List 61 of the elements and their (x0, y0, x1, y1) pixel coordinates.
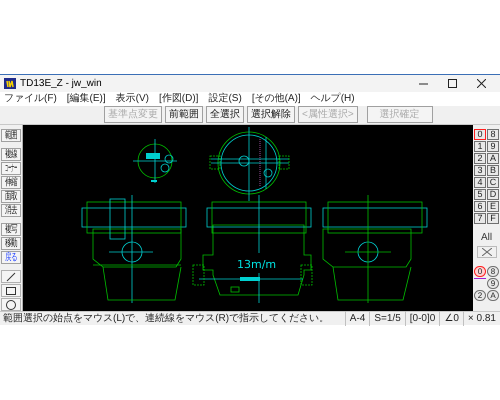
tool-button[interactable]: 範囲 (1, 129, 21, 142)
toolbar-button[interactable]: 全選択 (206, 106, 244, 124)
layer-button[interactable]: C (487, 177, 499, 188)
layer-invert-button[interactable] (476, 246, 496, 258)
status-field: [0-0]0 (404, 311, 440, 326)
window-title: TD13E_Z - jw_win (20, 76, 102, 91)
tool-button[interactable]: 伸縮 (1, 176, 21, 189)
layer-group-button[interactable]: 8 (487, 266, 499, 277)
layer-button[interactable]: 2 (474, 153, 486, 164)
layer-button[interactable]: 5 (474, 189, 486, 200)
tool-button[interactable]: 移動 (1, 237, 21, 250)
layer-button[interactable]: 1 (474, 141, 486, 152)
toolbar-button[interactable]: 前範囲 (165, 106, 203, 124)
layer-button[interactable]: 4 (474, 177, 486, 188)
menu-item[interactable]: 設定(S) (208, 91, 242, 106)
circle-icon (5, 298, 17, 310)
status-field: × 0.81 (462, 311, 500, 326)
layer-indicator-line (474, 278, 486, 279)
tool-button[interactable]: 戻る (1, 251, 21, 264)
rectangle-tool-button[interactable] (1, 284, 21, 297)
menu-item[interactable]: [編集(E)] (66, 91, 106, 106)
tool-button[interactable]: コーナー (1, 162, 21, 175)
cross-icon (482, 248, 492, 256)
layer-button[interactable]: 8 (487, 129, 499, 140)
menu-item[interactable]: 表示(V) (116, 91, 150, 106)
layer-button[interactable]: 6 (474, 201, 486, 212)
status-field: ∠0 (439, 311, 463, 326)
layer-group-button[interactable]: A (487, 290, 499, 301)
layer-button[interactable]: 9 (487, 141, 499, 152)
status-field: A-4 (344, 311, 370, 326)
menu-item[interactable]: ファイル(F) (4, 91, 57, 106)
layer-group-button[interactable]: 2 (474, 290, 486, 301)
layer-button[interactable]: 7 (474, 213, 486, 224)
layer-button[interactable]: F (487, 213, 499, 224)
status-field: S=1/5 (369, 311, 405, 326)
layer-button[interactable]: D (487, 189, 499, 200)
layer-button[interactable]: B (487, 165, 499, 176)
menu-item[interactable]: [その他(A)] (252, 91, 301, 106)
maximize-icon[interactable] (448, 78, 457, 88)
menu-item[interactable]: ヘルプ(H) (310, 91, 355, 106)
layer-group-button[interactable]: 9 (487, 278, 499, 289)
layer-button[interactable]: 0 (474, 129, 486, 140)
drawing-canvas[interactable]: 13m/m (23, 125, 473, 311)
app-logo-icon (4, 78, 16, 89)
layer-group-button[interactable]: 0 (474, 266, 486, 277)
layer-button[interactable]: 3 (474, 165, 486, 176)
status-message: 範囲選択の始点をマウス(L)で、連続線をマウス(R)で指示してください。 (2, 312, 330, 326)
layer-button[interactable]: A (487, 153, 499, 164)
toolbar-button[interactable]: 選択解除 (247, 106, 295, 124)
close-icon[interactable] (477, 78, 486, 88)
menu-item[interactable]: [作図(D)] (159, 91, 198, 106)
line-tool-button[interactable] (1, 270, 21, 283)
square-icon (5, 284, 17, 296)
tool-button[interactable]: 複線 (1, 148, 21, 161)
layer-button[interactable]: E (487, 201, 499, 212)
circle-tool-button[interactable] (1, 298, 21, 311)
line-icon (5, 270, 17, 282)
tool-button[interactable]: 面取 (1, 190, 21, 203)
tool-button[interactable]: 複写 (1, 223, 21, 236)
drawing-label: 13m/m (237, 258, 276, 271)
tool-button[interactable]: 消去 (1, 204, 21, 217)
